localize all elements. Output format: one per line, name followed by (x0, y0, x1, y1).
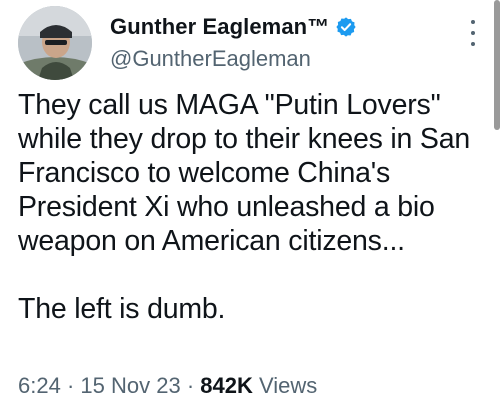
more-dot (471, 20, 475, 24)
views-link[interactable]: 842K Views (200, 373, 317, 398)
meta-separator: · (66, 373, 75, 398)
scrollbar-thumb[interactable] (494, 0, 500, 130)
author-handle[interactable]: @GuntherEagleman (110, 46, 311, 72)
more-dot (471, 31, 475, 35)
tweet-date: 15 Nov 23 (80, 373, 181, 398)
tweet-paragraph: The left is dumb. (18, 293, 226, 325)
views-count: 842K (200, 373, 253, 398)
tweet-card: Gunther Eagleman™ @GuntherEagleman They … (0, 0, 500, 415)
tweet-text: They call us MAGA "Putin Lovers" while t… (18, 88, 488, 326)
avatar[interactable] (18, 6, 92, 80)
author-name-row: Gunther Eagleman™ (110, 14, 357, 40)
tweet-paragraph: They call us MAGA "Putin Lovers" while t… (18, 89, 471, 257)
author-display-name[interactable]: Gunther Eagleman™ (110, 14, 329, 40)
verified-badge-icon (335, 16, 357, 38)
views-label: Views (259, 373, 318, 398)
tweet-meta: 6:24 · 15 Nov 23 · 842K Views (18, 373, 317, 399)
avatar-image (18, 6, 92, 80)
tweet-time: 6:24 (18, 373, 61, 398)
tweet-time-link[interactable]: 6:24 · 15 Nov 23 (18, 373, 181, 398)
more-vertical-icon[interactable] (466, 20, 480, 46)
more-dot (471, 42, 475, 46)
meta-separator: · (186, 373, 195, 398)
